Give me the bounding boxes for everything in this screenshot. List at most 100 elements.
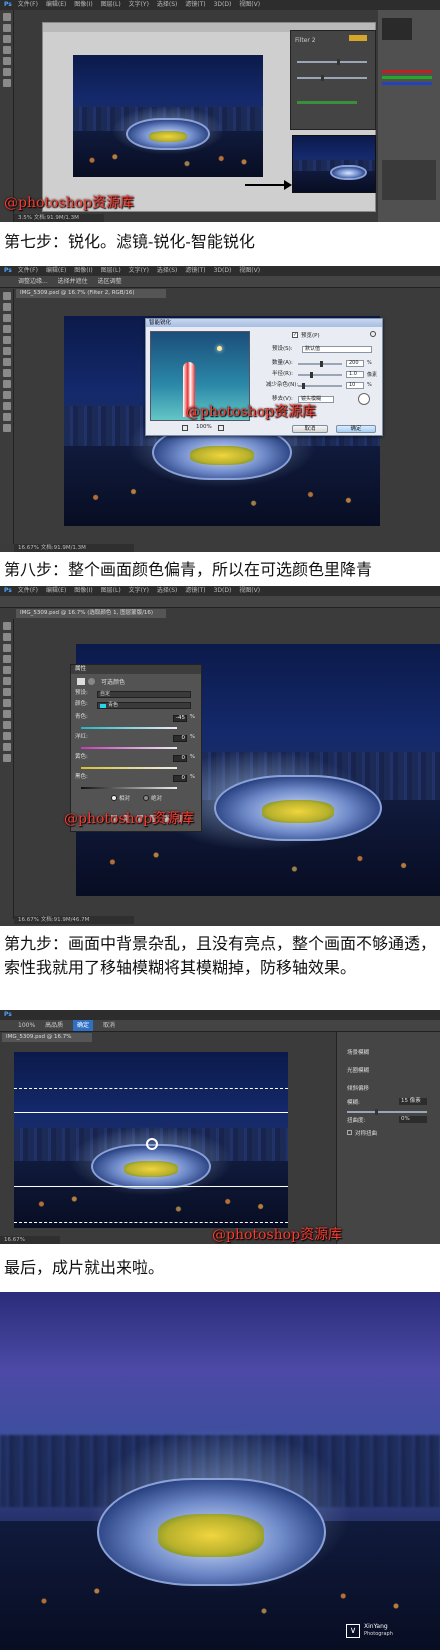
option-quality[interactable]: 高品质 <box>45 1020 63 1031</box>
section-field-blur[interactable]: 场景模糊 <box>347 1048 369 1056</box>
menu-layer[interactable]: 图层(L) <box>101 267 121 274</box>
option-refine-edge[interactable]: 调整边缘... <box>18 276 48 287</box>
menu-3d[interactable]: 3D(D) <box>214 1 232 8</box>
brush-tool-icon[interactable] <box>2 57 11 65</box>
distortion-value[interactable]: 0% <box>399 1116 427 1123</box>
gradient-tool-icon[interactable] <box>2 391 11 399</box>
tilt-center-pin-icon[interactable] <box>146 1138 158 1150</box>
symmetric-checkbox[interactable] <box>347 1130 352 1135</box>
move-tool-icon[interactable] <box>2 13 11 21</box>
option-zoom[interactable]: 100% <box>18 1020 35 1031</box>
type-tool-icon[interactable] <box>2 743 11 751</box>
option-ok[interactable]: 确定 <box>73 1020 94 1031</box>
filter-slider-1[interactable] <box>297 59 367 65</box>
menu-filter[interactable]: 滤镜(T) <box>185 587 205 594</box>
noise-slider[interactable] <box>298 383 342 389</box>
type-tool-icon[interactable] <box>2 79 11 87</box>
lasso-tool-icon[interactable] <box>2 35 11 43</box>
blur-slider[interactable] <box>347 1109 427 1115</box>
menu-image[interactable]: 图像(I) <box>74 587 92 594</box>
cyan-slider[interactable] <box>81 727 177 729</box>
stamp-tool-icon[interactable] <box>2 369 11 377</box>
magenta-slider[interactable] <box>81 747 177 749</box>
magic-wand-tool-icon[interactable] <box>2 325 11 333</box>
hand-tool-icon[interactable] <box>2 424 11 432</box>
eyedropper-tool-icon[interactable] <box>2 677 11 685</box>
angle-dial-icon[interactable] <box>358 393 370 405</box>
menu-filter[interactable]: 滤镜(T) <box>185 1 205 8</box>
eraser-tool-icon[interactable] <box>2 380 11 388</box>
menu-type[interactable]: 文字(Y) <box>129 267 149 274</box>
filter-slider-2[interactable] <box>297 75 367 81</box>
yellow-slider[interactable] <box>81 767 177 769</box>
tilt-guide-top-dashed[interactable] <box>14 1088 288 1089</box>
amount-slider[interactable] <box>298 361 342 367</box>
menu-edit[interactable]: 编辑(E) <box>46 267 66 274</box>
crop-tool-icon[interactable] <box>2 46 11 54</box>
absolute-radio[interactable] <box>143 795 149 801</box>
hand-tool-icon[interactable] <box>2 754 11 762</box>
magic-wand-tool-icon[interactable] <box>2 655 11 663</box>
document-tab[interactable]: IMG_5309.psd @ 16.7% <box>2 1033 92 1042</box>
preview-checkbox[interactable]: ✓ <box>292 332 298 338</box>
menu-edit[interactable]: 编辑(E) <box>46 587 66 594</box>
menu-view[interactable]: 视图(V) <box>239 1 260 8</box>
tilt-guide-bottom-dashed[interactable] <box>14 1222 288 1223</box>
black-value[interactable]: 0 <box>173 775 187 782</box>
gradient-tool-icon[interactable] <box>2 721 11 729</box>
cyan-value[interactable]: -45 <box>173 715 187 722</box>
menu-view[interactable]: 视图(V) <box>239 587 260 594</box>
black-slider[interactable] <box>81 787 177 789</box>
ok-button[interactable]: 确定 <box>336 425 376 433</box>
brush-tool-icon[interactable] <box>2 358 11 366</box>
document-tab[interactable]: IMG_5309.psd @ 16.7% (Filter 2, RGB/16) <box>16 289 166 298</box>
magenta-value[interactable]: 0 <box>173 735 187 742</box>
marquee-tool-icon[interactable] <box>2 303 11 311</box>
section-iris-blur[interactable]: 光圈模糊 <box>347 1066 369 1074</box>
zoom-in-icon[interactable] <box>218 425 224 431</box>
menu-select[interactable]: 选择(S) <box>157 587 178 594</box>
lasso-tool-icon[interactable] <box>2 644 11 652</box>
menu-file[interactable]: 文件(F) <box>18 1 38 8</box>
brush-tool-icon[interactable] <box>2 688 11 696</box>
mask-icon[interactable] <box>88 678 95 685</box>
crop-tool-icon[interactable] <box>2 666 11 674</box>
menu-select[interactable]: 选择(S) <box>157 1 178 8</box>
menu-layer[interactable]: 图层(L) <box>101 587 121 594</box>
color-select[interactable]: 青色 <box>97 702 191 709</box>
blur-value[interactable]: 15 像素 <box>399 1098 427 1105</box>
preset-select[interactable]: 自定 <box>97 691 191 698</box>
pen-tool-icon[interactable] <box>2 732 11 740</box>
layers-list[interactable] <box>382 160 436 200</box>
section-tilt-shift[interactable]: 倾斜偏移 <box>347 1084 369 1092</box>
option-adjust-selection[interactable]: 选区调整 <box>98 276 122 287</box>
menu-file[interactable]: 文件(F) <box>18 587 38 594</box>
crop-tool-icon[interactable] <box>2 336 11 344</box>
menu-view[interactable]: 视图(V) <box>239 267 260 274</box>
menu-3d[interactable]: 3D(D) <box>214 267 232 274</box>
amount-input[interactable]: 200 <box>346 360 364 367</box>
menu-type[interactable]: 文字(Y) <box>129 587 149 594</box>
gear-icon[interactable] <box>370 331 376 337</box>
marquee-tool-icon[interactable] <box>2 633 11 641</box>
lasso-tool-icon[interactable] <box>2 314 11 322</box>
relative-radio[interactable] <box>111 795 117 801</box>
option-cancel[interactable]: 取消 <box>103 1020 115 1031</box>
radius-slider[interactable] <box>298 372 342 378</box>
menu-edit[interactable]: 编辑(E) <box>46 1 66 8</box>
menu-layer[interactable]: 图层(L) <box>101 1 121 8</box>
menu-filter[interactable]: 滤镜(T) <box>185 267 205 274</box>
menu-image[interactable]: 图像(I) <box>74 267 92 274</box>
radius-input[interactable]: 1.0 <box>346 371 364 378</box>
menu-image[interactable]: 图像(I) <box>74 1 92 8</box>
tilt-guide-top-solid[interactable] <box>14 1112 288 1113</box>
menu-3d[interactable]: 3D(D) <box>214 587 232 594</box>
zoom-out-icon[interactable] <box>182 425 188 431</box>
type-tool-icon[interactable] <box>2 413 11 421</box>
menu-file[interactable]: 文件(F) <box>18 267 38 274</box>
tilt-guide-bottom-solid[interactable] <box>14 1186 288 1187</box>
preset-select[interactable]: 默认值 <box>302 346 372 353</box>
menu-type[interactable]: 文字(Y) <box>129 1 149 8</box>
marquee-tool-icon[interactable] <box>2 24 11 32</box>
menu-select[interactable]: 选择(S) <box>157 267 178 274</box>
